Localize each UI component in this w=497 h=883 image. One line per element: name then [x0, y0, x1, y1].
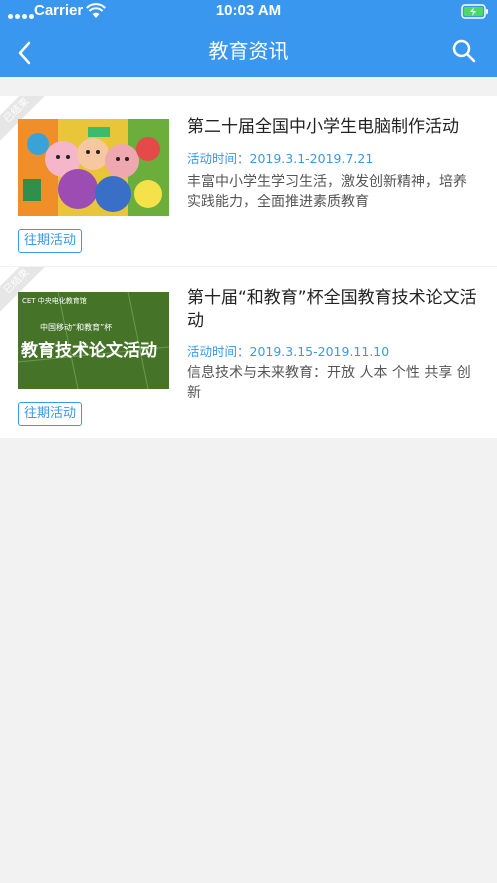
article-description: 信息技术与未来教育：开放 人本 个性 共享 创新: [187, 365, 471, 401]
navigation-bar: Carrier 10:03 AM 教育资讯: [0, 0, 497, 77]
battery-charging-icon: [461, 4, 488, 19]
thumbnail-logo-text: CET 中央电化教育馆: [22, 297, 87, 305]
article-thumbnail: CET 中央电化教育馆 中国移动“和教育”杯 教育技术论文活动: [18, 292, 169, 389]
thumbnail-headline: 教育技术论文活动: [21, 341, 157, 361]
article-thumbnail: [18, 119, 169, 216]
thumbnail-subtitle: 中国移动“和教育”杯: [40, 323, 113, 332]
search-icon: [452, 39, 476, 63]
page-title: 教育资讯: [208, 39, 289, 63]
status-time: 10:03 AM: [215, 2, 282, 19]
past-activity-tag[interactable]: 往期活动: [18, 229, 82, 253]
article-date: 活动时间：2019.3.1-2019.7.21: [187, 151, 374, 166]
past-activity-tag[interactable]: 往期活动: [18, 402, 82, 426]
search-button[interactable]: [451, 38, 477, 64]
article-date: 活动时间：2019.3.15-2019.11.10: [187, 344, 390, 359]
status-bar: Carrier 10:03 AM: [0, 0, 497, 24]
article-description: 丰富中小学生学习生活，激发创新精神，培养实践能力，全面推进素质教育: [187, 174, 467, 210]
list-item[interactable]: 已结束 CET 中央电化教育馆 中国移动“和教育”杯 教育技术论文活动 第十届“…: [0, 267, 497, 438]
article-title: 第二十届全国中小学生电脑制作活动: [187, 117, 459, 137]
list-item[interactable]: 已结束 第二十届全国中小学生电脑制作活动 活动时间：2019.3.1-2019.…: [0, 96, 497, 266]
article-title: 第十届“和教育”杯全国教育技术论文活动: [187, 288, 477, 331]
